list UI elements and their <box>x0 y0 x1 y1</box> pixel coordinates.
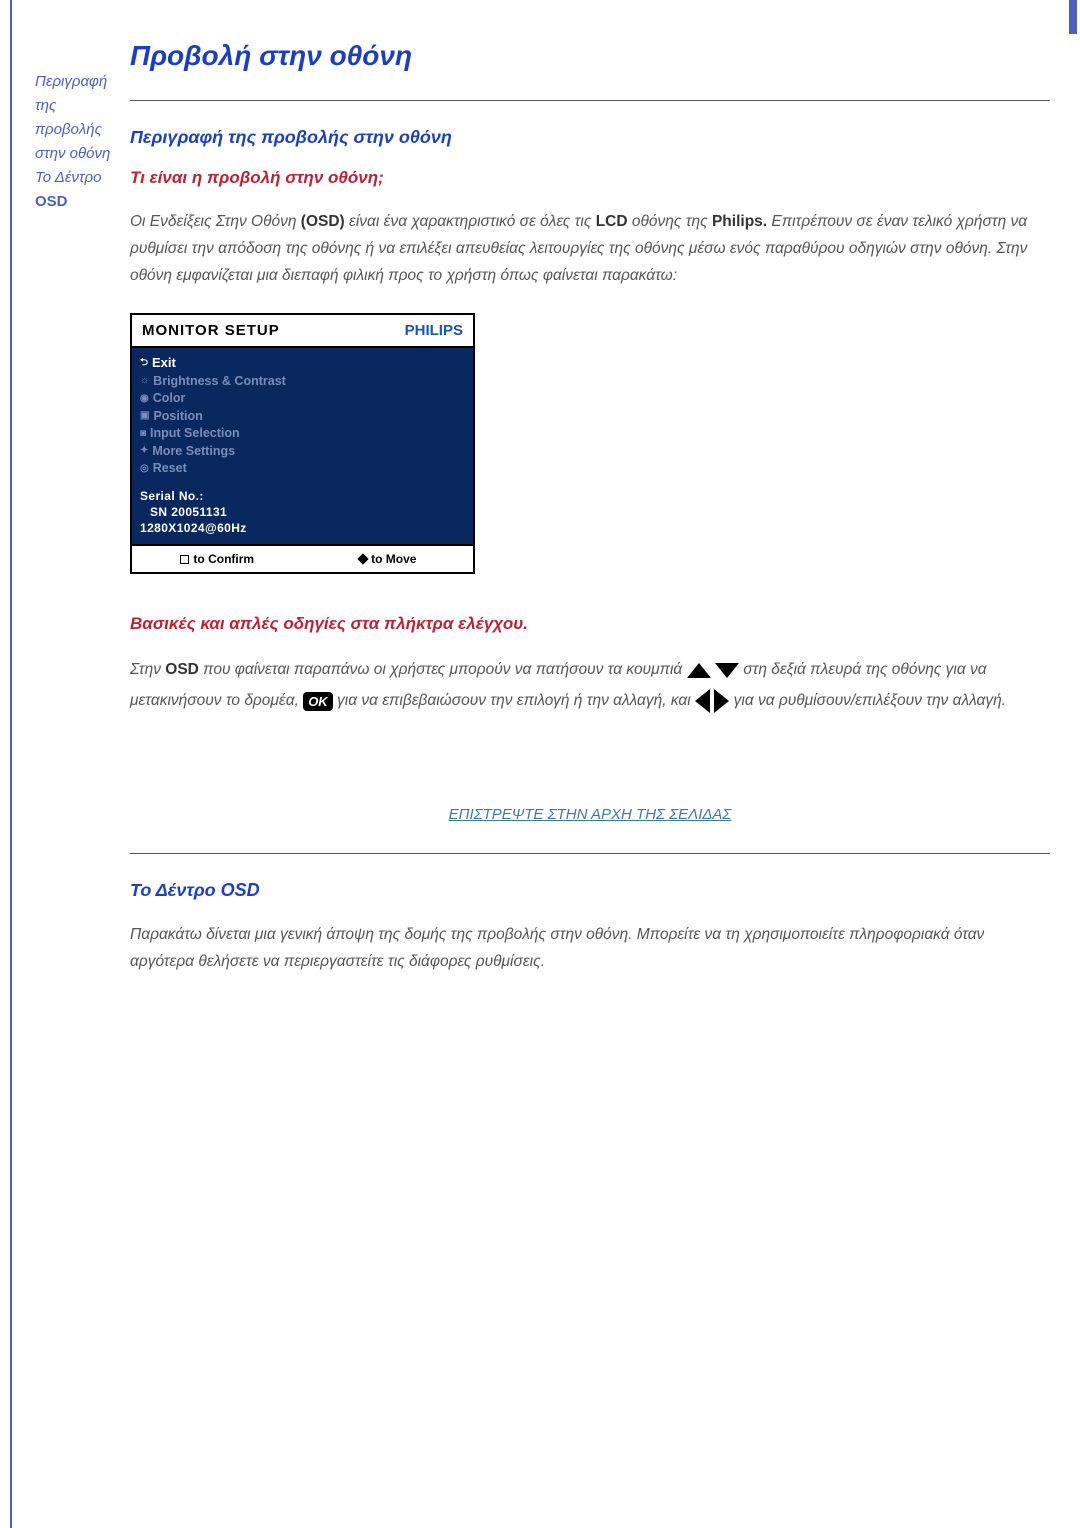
sidebar-link-tree[interactable]: Το Δέντρο OSD <box>35 169 101 210</box>
square-icon <box>180 555 189 564</box>
osd-tree-heading-text: Το Δέντρο OSD <box>130 880 260 900</box>
ok-button-icon: OK <box>303 692 333 711</box>
osd-item-label: Brightness & Contrast <box>153 373 286 391</box>
osd-serial: Serial No.: SN 20051131 1280X1024@60Hz <box>132 484 473 545</box>
text: Οι Ενδείξεις Στην Οθόνη <box>130 213 301 230</box>
osd-item-label: Input Selection <box>150 425 240 443</box>
resolution-value: 1280X1024@60Hz <box>140 520 465 536</box>
osd-move-label: to Move <box>371 552 416 566</box>
osd-item-reset: ◎ Reset <box>140 460 465 478</box>
osd-move-hint: to Move <box>303 546 474 572</box>
what-is-heading: Τι είναι η προβολή στην οθόνη; <box>130 168 1050 188</box>
left-rule <box>10 0 12 1528</box>
text: Στην <box>130 661 165 678</box>
bullet-icon: ◎ <box>140 462 149 476</box>
osd-menu: ⮌ Exit ☼ Brightness & Contrast ◉ Color ▣ Pos… <box>132 348 473 483</box>
text-bold: LCD <box>596 213 628 230</box>
bullet-icon: ▣ <box>140 409 149 423</box>
bullet-icon: ◙ <box>140 427 146 441</box>
diamond-icon <box>357 553 368 564</box>
osd-item-label: More Settings <box>152 443 235 461</box>
osd-item-label: Position <box>153 408 202 426</box>
separator <box>130 100 1050 101</box>
osd-title: MONITOR SETUP <box>142 322 280 339</box>
text: για να ρυθμίσουν/επιλέξουν την αλλαγή. <box>734 692 1006 709</box>
sidebar-link-text: Περιγραφή <box>35 73 107 90</box>
page-title: Προβολή στην οθόνη <box>130 40 1050 72</box>
sidebar-link-text: Το Δέντρο <box>35 169 101 186</box>
osd-item-label: Reset <box>153 460 187 478</box>
osd-item-exit: ⮌ Exit <box>140 354 465 372</box>
sidebar: Περιγραφή της προβολής στην οθόνη Το Δέν… <box>35 70 135 214</box>
left-arrow-icon <box>695 689 710 713</box>
intro-paragraph: Οι Ενδείξεις Στην Οθόνη (OSD) είναι ένα … <box>130 208 1050 289</box>
osd-item-more: ✦ More Settings <box>140 443 465 461</box>
main-content: Προβολή στην οθόνη Περιγραφή της προβολή… <box>130 40 1050 999</box>
tree-paragraph: Παρακάτω δίνεται μια γενική άποψη της δο… <box>130 921 1050 975</box>
text: οθόνης της <box>632 213 712 230</box>
back-icon: ⮌ <box>140 356 148 370</box>
separator <box>130 853 1050 854</box>
osd-footer: to Confirm to Move <box>132 544 473 572</box>
osd-item-position: ▣ Position <box>140 408 465 426</box>
bullet-icon: ◉ <box>140 392 149 406</box>
osd-brand: PHILIPS <box>405 322 463 339</box>
right-arrow-icon <box>714 689 729 713</box>
basic-instructions-heading: Βασικές και απλές οδηγίες στα πλήκτρα ελ… <box>130 614 1050 634</box>
sun-icon: ☼ <box>140 374 149 388</box>
serial-value: SN 20051131 <box>140 504 465 520</box>
text: που φαίνεται παραπάνω οι χρήστες μπορούν… <box>199 661 687 678</box>
osd-panel-header: MONITOR SETUP PHILIPS <box>132 315 473 348</box>
text: είναι ένα χαρακτηριστικό σε όλες τις <box>349 213 596 230</box>
text-bold: OSD <box>165 661 199 678</box>
osd-item-input: ◙ Input Selection <box>140 425 465 443</box>
back-to-top-link[interactable]: ΕΠΙΣΤΡΕΨΤΕ ΣΤΗΝ ΑΡΧΗ ΤΗΣ ΣΕΛΙΔΑΣ <box>130 806 1050 823</box>
osd-confirm-label: to Confirm <box>193 552 254 566</box>
osd-panel: MONITOR SETUP PHILIPS ⮌ Exit ☼ Brightness … <box>130 313 475 574</box>
sidebar-link-text: OSD <box>35 193 68 210</box>
text-bold: Philips. <box>712 213 767 230</box>
down-arrow-icon <box>715 663 739 678</box>
text: για να επιβεβαιώσουν την επιλογή ή την α… <box>337 692 695 709</box>
up-arrow-icon <box>687 663 711 678</box>
osd-item-label: Color <box>153 390 186 408</box>
description-heading: Περιγραφή της προβολής στην οθόνη <box>130 127 1050 148</box>
text-bold: (OSD) <box>301 213 345 230</box>
sidebar-link-text: της <box>35 97 56 114</box>
osd-confirm-hint: to Confirm <box>132 546 303 572</box>
osd-tree-heading: Το Δέντρο OSD <box>130 880 1050 901</box>
osd-item-label: Exit <box>152 354 176 372</box>
sidebar-link-text: προβολής <box>35 121 102 138</box>
right-rule <box>1069 0 1077 34</box>
osd-item-brightness: ☼ Brightness & Contrast <box>140 373 465 391</box>
controls-paragraph: Στην OSD που φαίνεται παραπάνω οι χρήστε… <box>130 654 1050 716</box>
serial-label: Serial No.: <box>140 488 465 504</box>
bullet-icon: ✦ <box>140 444 148 458</box>
osd-item-color: ◉ Color <box>140 390 465 408</box>
sidebar-link-description[interactable]: Περιγραφή της προβολής στην οθόνη <box>35 73 110 162</box>
sidebar-link-text: στην οθόνη <box>35 145 110 162</box>
